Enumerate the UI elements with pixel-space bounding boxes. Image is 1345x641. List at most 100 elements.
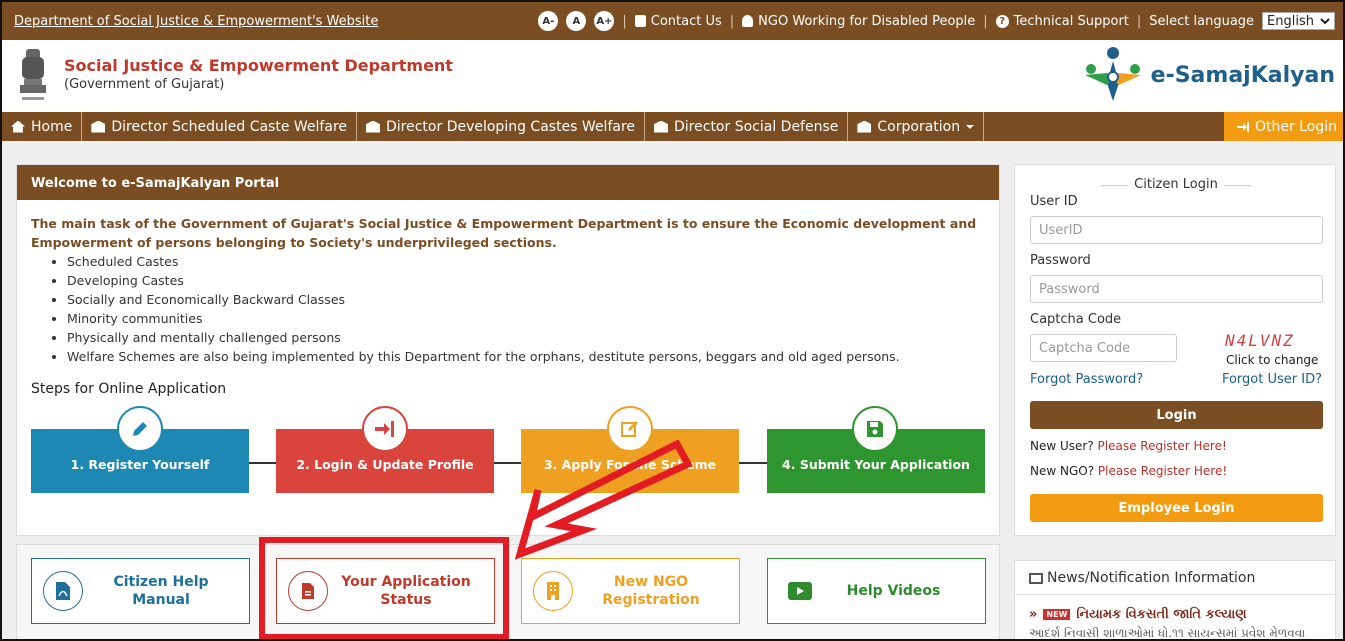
- brand-logo[interactable]: e-SamajKalyan: [1077, 43, 1335, 107]
- register-user-link[interactable]: Please Register Here!: [1098, 439, 1227, 453]
- separator: |: [983, 13, 988, 29]
- news-item-subtitle: આદર્શ નિવાસી શાળાઓમાં ધો.૧૧ સાયન્સમાં પ્…: [1029, 626, 1306, 640]
- news-item-title: નિયામક વિકસતી જાતિ કલ્યાણ: [1076, 607, 1247, 622]
- forgot-password-link[interactable]: Forgot Password?: [1030, 372, 1143, 387]
- new-ngo-label: New NGO?: [1030, 464, 1095, 478]
- home-icon: [11, 120, 25, 133]
- pdf-file-icon: [43, 571, 83, 611]
- news-divider: [1015, 594, 1337, 595]
- nav-corporation-label: Corporation: [877, 118, 961, 135]
- citizen-login-title: Citizen Login: [1015, 177, 1337, 192]
- step-submit-application-label: 4. Submit Your Application: [782, 457, 970, 472]
- language-value: English: [1267, 13, 1314, 29]
- captcha-label: Captcha Code: [1030, 312, 1122, 327]
- other-login-button[interactable]: Other Login: [1224, 112, 1343, 141]
- state-emblem-icon: [20, 49, 46, 100]
- separator: |: [1136, 13, 1142, 29]
- list-item: Developing Castes: [67, 271, 900, 290]
- department-website-link[interactable]: Department of Social Justice & Empowerme…: [14, 14, 378, 29]
- citizen-help-manual-label: Citizen Help Manual: [113, 574, 209, 608]
- corporation-icon: [857, 120, 872, 133]
- building-icon: [533, 571, 573, 611]
- nav-home-label: Home: [31, 118, 73, 135]
- new-user-label: New User?: [1030, 439, 1094, 453]
- password-label: Password: [1030, 253, 1091, 268]
- register-ngo-link[interactable]: Please Register Here!: [1098, 464, 1227, 478]
- list-item: Scheduled Castes: [67, 252, 900, 271]
- login-button[interactable]: Login: [1030, 401, 1323, 429]
- top-bar-tools: A- A A+ | Contact Us | NGO Working for D…: [538, 11, 1335, 31]
- new-badge: NEW: [1043, 609, 1071, 620]
- list-item: Physically and mentally challenged perso…: [67, 328, 900, 347]
- building-icon: [366, 120, 380, 133]
- list-item: Socially and Economically Backward Class…: [67, 290, 900, 309]
- captcha-image[interactable]: N4LVNZ: [1225, 331, 1295, 350]
- news-panel: News/Notification Information » NEW નિયા…: [1014, 560, 1337, 640]
- captcha-input[interactable]: Captcha Code: [1030, 334, 1177, 362]
- nav-director-social-defense-label: Director Social Defense: [674, 118, 839, 135]
- employee-login-button[interactable]: Employee Login: [1030, 494, 1323, 522]
- news-title-text: News/Notification Information: [1047, 570, 1256, 586]
- password-input[interactable]: Password: [1030, 275, 1323, 303]
- citizen-help-manual-tile[interactable]: Citizen Help Manual: [31, 558, 250, 624]
- person-icon: [742, 15, 754, 27]
- separator: |: [729, 13, 735, 29]
- e-samajkalyan-logo-icon: [1084, 47, 1141, 101]
- pencil-icon: [117, 406, 163, 452]
- sign-in-icon: [1237, 121, 1250, 132]
- double-chevron-icon: »: [1029, 607, 1038, 622]
- nav-director-scheduled-caste-label: Director Scheduled Caste Welfare: [111, 118, 347, 135]
- new-ngo-registration-tile[interactable]: New NGO Registration: [521, 558, 740, 624]
- nav-corporation[interactable]: Corporation: [848, 112, 985, 141]
- font-normal-button[interactable]: A: [566, 11, 587, 31]
- select-language-label: Select language: [1149, 13, 1255, 29]
- list-item: Welfare Schemes are also being implement…: [67, 347, 900, 366]
- nav-director-developing-castes-label: Director Developing Castes Welfare: [386, 118, 636, 135]
- captcha-refresh-link[interactable]: Click to change: [1226, 353, 1318, 367]
- contact-us-label: Contact Us: [650, 13, 722, 29]
- nav-director-developing-castes[interactable]: Director Developing Castes Welfare: [357, 112, 646, 141]
- new-user-row: New User? Please Register Here!: [1030, 439, 1227, 453]
- department-title: Social Justice & Empowerment Department: [64, 56, 453, 75]
- ngo-disabled-link[interactable]: NGO Working for Disabled People: [742, 14, 975, 29]
- nav-home[interactable]: Home: [2, 112, 83, 141]
- caret-down-icon: [966, 124, 975, 129]
- news-title: News/Notification Information: [1029, 570, 1255, 586]
- font-increase-button[interactable]: A+: [594, 11, 615, 31]
- annotation-highlight-box: [259, 537, 509, 639]
- nav-director-social-defense[interactable]: Director Social Defense: [645, 112, 849, 141]
- question-circle-icon: ?: [995, 14, 1009, 28]
- step-register-label: 1. Register Yourself: [70, 457, 210, 472]
- help-videos-label: Help Videos: [846, 583, 941, 599]
- help-videos-tile[interactable]: Help Videos: [767, 558, 986, 624]
- page-frame: Department of Social Justice & Empowerme…: [0, 0, 1345, 641]
- target-groups-list: Scheduled Castes Developing Castes Socia…: [67, 252, 900, 366]
- institution-icon: [654, 120, 669, 133]
- ngo-disabled-label: NGO Working for Disabled People: [758, 13, 976, 29]
- list-item: Minority communities: [67, 309, 900, 328]
- separator: |: [622, 13, 627, 29]
- forgot-user-id-link[interactable]: Forgot User ID?: [1222, 372, 1322, 387]
- main-nav: Home Director Scheduled Caste Welfare Di…: [2, 112, 1343, 141]
- technical-support-label: Technical Support: [1013, 13, 1129, 29]
- chevron-down-icon: [1320, 17, 1330, 24]
- language-select[interactable]: English: [1262, 12, 1335, 30]
- nav-director-scheduled-caste[interactable]: Director Scheduled Caste Welfare: [82, 112, 357, 141]
- technical-support-link[interactable]: ? Technical Support: [995, 13, 1129, 29]
- contact-us-link[interactable]: Contact Us: [634, 13, 722, 29]
- new-ngo-row: New NGO? Please Register Here!: [1030, 464, 1227, 478]
- step-login-update-label: 2. Login & Update Profile: [296, 457, 474, 472]
- top-bar: Department of Social Justice & Empowerme…: [2, 2, 1343, 40]
- user-id-input[interactable]: UserID: [1030, 216, 1323, 244]
- news-item[interactable]: » NEW નિયામક વિકસતી જાતિ કલ્યાણ: [1029, 607, 1247, 622]
- user-id-label: User ID: [1030, 194, 1078, 209]
- save-icon: [852, 406, 898, 452]
- citizen-login-title-text: Citizen Login: [1128, 177, 1224, 192]
- citizen-login-panel: Citizen Login User ID UserID Password Pa…: [1014, 164, 1336, 536]
- contact-card-icon: [634, 15, 646, 27]
- welcome-title: Welcome to e-SamajKalyan Portal: [17, 165, 999, 200]
- building-icon: [91, 120, 106, 133]
- site-header: Social Justice & Empowerment Department …: [2, 40, 1343, 112]
- new-ngo-registration-label: New NGO Registration: [602, 574, 700, 608]
- font-decrease-button[interactable]: A-: [538, 11, 559, 31]
